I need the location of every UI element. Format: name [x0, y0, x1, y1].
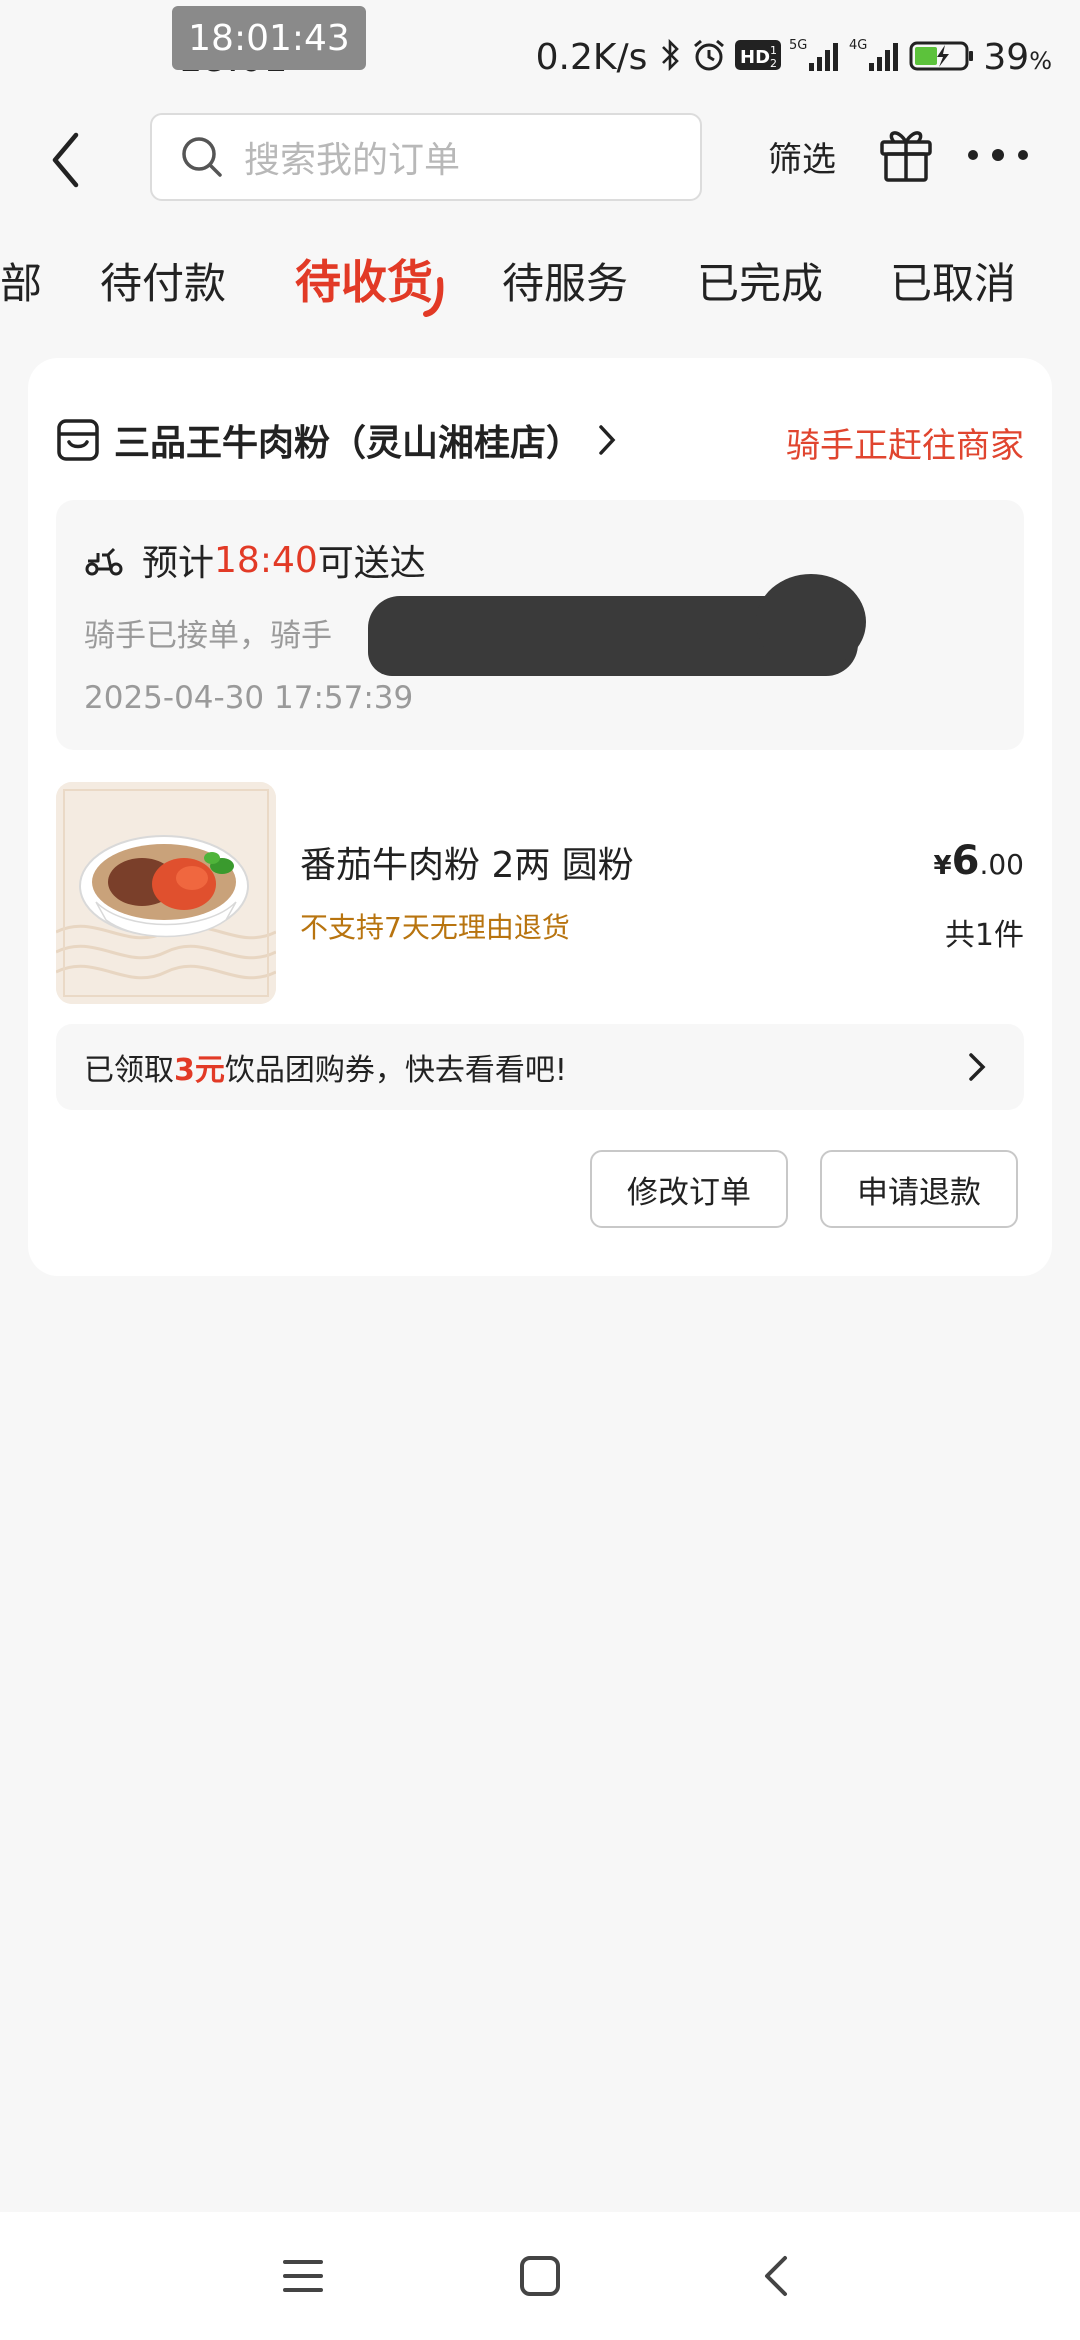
- svg-text:HD: HD: [740, 47, 770, 68]
- dot-icon: [992, 149, 1004, 161]
- request-refund-button[interactable]: 申请退款: [820, 1150, 1018, 1228]
- battery-percent: 39%: [983, 37, 1052, 78]
- order-item[interactable]: 番茄牛肉粉 2两 圆粉 不支持7天无理由退货 ¥6.00 共1件: [56, 782, 1024, 1004]
- price-decimal: .00: [979, 848, 1024, 881]
- coupon-prefix: 已领取: [84, 1053, 174, 1088]
- gift-icon: [880, 131, 932, 182]
- gift-button[interactable]: [878, 124, 934, 184]
- eta-time: 18:40: [214, 539, 318, 581]
- net-speed: 0.2K/s: [535, 36, 648, 78]
- return-policy-note: 不支持7天无理由退货: [300, 911, 570, 944]
- active-tab-indicator: [423, 277, 444, 317]
- status-bar: 18:01 18:01:43 0.2K/s HD12 5G 4G 39%: [0, 0, 1080, 110]
- item-thumbnail: [56, 782, 276, 1004]
- chevron-right-icon: [969, 1053, 986, 1081]
- filter-button[interactable]: 筛选: [768, 132, 836, 181]
- price-currency: ¥: [933, 851, 952, 881]
- alarm-icon: [691, 37, 727, 77]
- svg-text:1: 1: [770, 44, 777, 57]
- item-name: 番茄牛肉粉 2两 圆粉: [300, 845, 634, 886]
- menu-button[interactable]: [273, 2248, 333, 2304]
- dot-icon: [968, 150, 978, 160]
- eta-prefix: 预计: [142, 543, 215, 584]
- dot-icon: [1018, 150, 1028, 160]
- eta-suffix: 可送达: [317, 543, 426, 584]
- chevron-left-icon: [765, 2256, 787, 2296]
- shop-icon: [57, 419, 99, 461]
- status-icons: 0.2K/s HD 1 2 5G 4G 39%: [536, 32, 1052, 82]
- svg-text:2: 2: [770, 57, 777, 70]
- delivery-info[interactable]: 预计18:40可送达 骑手已接单，骑手 3 2025-04-30 17:57:3…: [56, 500, 1024, 750]
- shop-name: 三品王牛肉粉（灵山湘桂店）: [114, 423, 583, 464]
- screenshot-time-overlay: 18:01:43: [172, 6, 366, 70]
- top-nav: 搜索我的订单 筛选: [0, 110, 1080, 210]
- redaction-mark: [756, 574, 866, 670]
- item-price: ¥6.00: [934, 838, 1024, 884]
- price-integer: 6: [951, 838, 980, 884]
- battery-percent-value: 39: [983, 36, 1030, 78]
- battery-percent-unit: %: [1029, 46, 1052, 75]
- back-button[interactable]: [50, 128, 100, 192]
- order-card[interactable]: 三品王牛肉粉（灵山湘桂店） 骑手正赶往商家 预计 18:40 可送达 骑手已接单，骑…: [28, 358, 1052, 1276]
- search-placeholder: 搜索我的订单: [244, 140, 461, 181]
- shop-header[interactable]: 三品王牛肉粉（灵山湘桂店） 骑手正赶往商家: [56, 410, 1024, 470]
- network-4g-label: 4G: [849, 38, 867, 53]
- more-options-button[interactable]: [968, 130, 1028, 180]
- signal-4g-icon: 4G: [849, 37, 901, 77]
- coupon-banner[interactable]: 已领取3元饮品团购券，快去看看吧!: [56, 1024, 1024, 1110]
- scooter-icon: [85, 547, 123, 576]
- menu-icon: [283, 2260, 323, 2292]
- modify-order-button[interactable]: 修改订单: [590, 1150, 788, 1228]
- chevron-left-icon: [52, 132, 79, 188]
- system-navigation-bar: [0, 2212, 1080, 2340]
- coupon-suffix: 饮品团购券，快去看看吧!: [224, 1053, 567, 1088]
- coupon-text: 已领取3元饮品团购券，快去看看吧!: [84, 1045, 567, 1089]
- tab-cancelled[interactable]: 已取消: [890, 250, 1016, 311]
- chevron-right-icon: [599, 425, 616, 455]
- order-status-text: 骑手正赶往商家: [786, 426, 1024, 466]
- signal-5g-icon: 5G: [789, 37, 841, 77]
- eta-row: 预计 18:40 可送达: [84, 534, 426, 586]
- order-timestamp: 2025-04-30 17:57:39: [84, 680, 414, 716]
- item-quantity: 共1件: [944, 918, 1024, 953]
- home-button[interactable]: [510, 2248, 570, 2304]
- tab-completed[interactable]: 已完成: [697, 250, 823, 311]
- noodle-bowl-image: [56, 782, 276, 1004]
- rider-status: 骑手已接单，骑手: [84, 618, 332, 654]
- hd-icon: HD 1 2: [735, 38, 782, 76]
- system-back-button[interactable]: [746, 2248, 806, 2304]
- home-square-icon: [520, 2256, 560, 2296]
- tab-pending-service[interactable]: 待服务: [502, 250, 628, 311]
- search-input[interactable]: 搜索我的订单: [150, 113, 702, 201]
- coupon-amount: 3元: [174, 1053, 225, 1088]
- search-icon: [182, 137, 222, 177]
- battery-charging-icon: [909, 37, 975, 77]
- tab-all[interactable]: 部: [0, 250, 42, 311]
- network-5g-label: 5G: [789, 38, 807, 53]
- tab-pending-payment[interactable]: 待付款: [100, 250, 226, 311]
- bluetooth-icon: [659, 37, 683, 77]
- order-status-tabs: 部 待付款 待收货 待服务 已完成 已取消: [0, 240, 1080, 320]
- tab-pending-receipt[interactable]: 待收货: [295, 246, 433, 312]
